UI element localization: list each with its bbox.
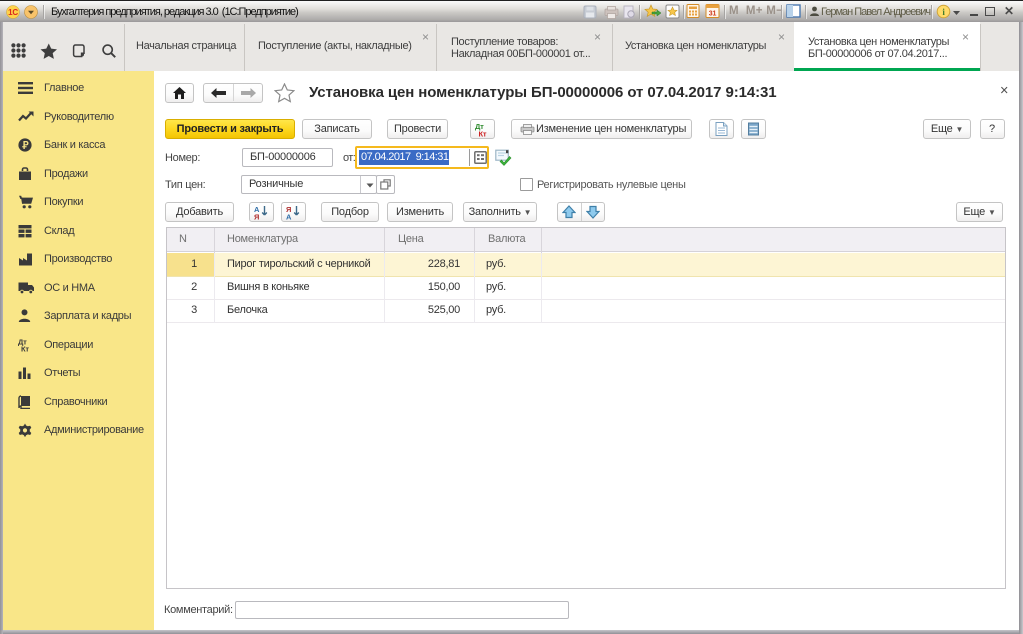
svg-text:А: А — [286, 213, 292, 221]
svg-text:Кт: Кт — [21, 344, 29, 352]
svg-text:31: 31 — [709, 11, 717, 18]
svg-text:Я: Я — [254, 213, 259, 221]
svg-text:1C: 1C — [8, 8, 18, 17]
svg-text:Кт: Кт — [479, 130, 487, 138]
